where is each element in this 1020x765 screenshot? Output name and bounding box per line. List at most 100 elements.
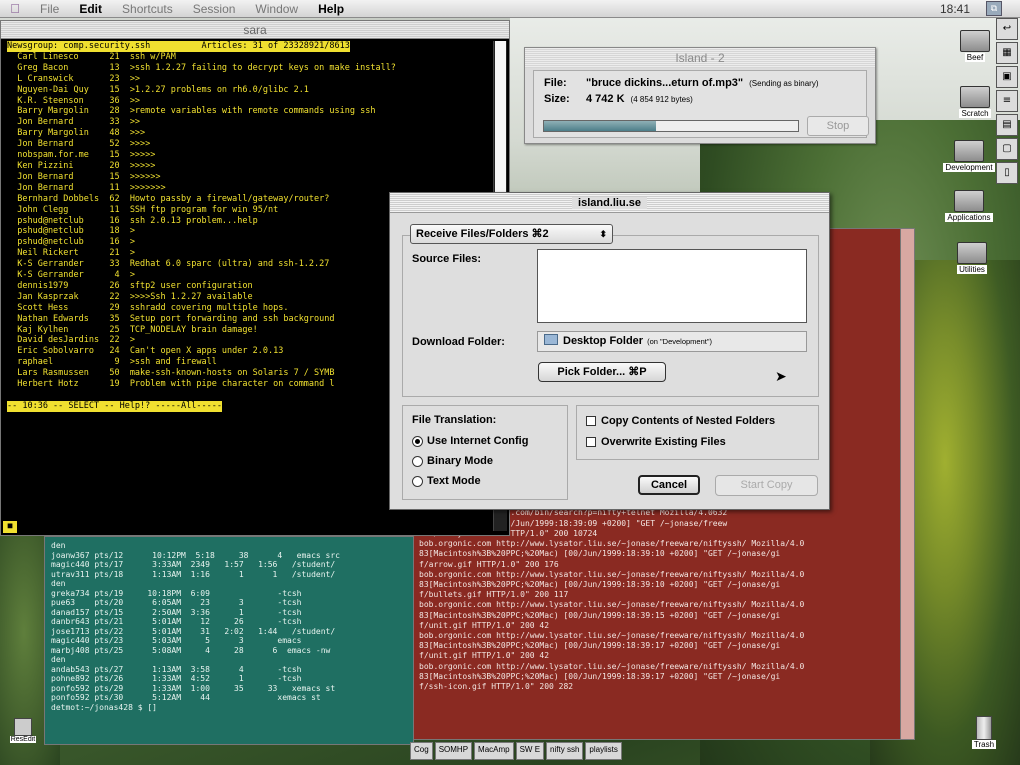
access-log-scrollbar[interactable] xyxy=(900,229,914,739)
strip-page-icon[interactable]: ▯ xyxy=(996,162,1018,184)
who-line: joanw367 pts/12 10:12PM 5:18 38 4 emacs … xyxy=(51,550,340,560)
desktop-icon-development[interactable]: Development xyxy=(940,140,998,172)
window-tab[interactable]: SW E xyxy=(515,742,545,760)
strip-window-icon[interactable]: ▣ xyxy=(996,66,1018,88)
desktop-icon-label: Scratch xyxy=(959,109,991,118)
menu-shortcuts[interactable]: Shortcuts xyxy=(112,2,183,16)
menu-help[interactable]: Help xyxy=(308,2,354,16)
log-line: f/ssh-icon.gif HTTP/1.0" 200 282 xyxy=(419,681,574,691)
who-line: greka734 pts/19 10:18PM 6:09 -tcsh xyxy=(51,588,302,598)
radio-text-mode[interactable]: Text Mode xyxy=(412,475,481,487)
window-tab[interactable]: playlists xyxy=(585,742,622,760)
folder-icon xyxy=(957,242,987,264)
log-line: bob.orgonic.com http://www.lysator.liu.s… xyxy=(419,630,805,640)
desktop-icon-resedit[interactable]: ResEdit xyxy=(4,718,42,743)
desktop-icon-utilities[interactable]: Utilities xyxy=(943,242,1001,274)
mode-popup[interactable]: Receive Files/Folders ⌘2 ⬍ xyxy=(410,224,613,244)
lock-icon: ■ xyxy=(3,521,17,533)
menu-bar:  File Edit Shortcuts Session Window Hel… xyxy=(0,0,1020,18)
desktop-icon-label: Utilities xyxy=(957,265,987,274)
log-line: 83[Macintosh%3B%20PPC;%20Mac) [00/Jun/19… xyxy=(419,671,781,681)
radio-icon xyxy=(412,475,423,487)
menu-window[interactable]: Window xyxy=(245,2,308,16)
who-line: pohne892 pts/26 1:33AM 4:52 1 -tcsh xyxy=(51,674,302,683)
radio-internet-config[interactable]: Use Internet Config xyxy=(412,435,528,447)
article-line: Greg Bacon 13 >ssh 1.2.27 failing to dec… xyxy=(17,62,396,73)
dialog-title-bar[interactable]: island.liu.se xyxy=(390,193,829,213)
article-line: K-S Gerrander 33 Redhat 6.0 sparc (ultra… xyxy=(17,259,330,270)
download-folder-note: (on "Development") xyxy=(647,337,713,346)
window-tab[interactable]: MacAmp xyxy=(474,742,514,760)
file-translation-label: File Translation: xyxy=(412,414,497,426)
size-note: (4 854 912 bytes) xyxy=(630,95,693,104)
pick-folder-button[interactable]: Pick Folder... ⌘P xyxy=(538,362,666,382)
transfer-title[interactable]: Island - 2 xyxy=(525,48,875,68)
article-line: Jon Bernard 11 >>>>>>> xyxy=(17,182,166,193)
download-folder-value: Desktop Folder xyxy=(563,335,644,347)
menu-file[interactable]: File xyxy=(30,2,69,16)
article-line: L Cranswick 23 >> xyxy=(17,73,141,84)
window-tab[interactable]: nifty ssh xyxy=(546,742,584,760)
newsreader-status: -- 10:36 -- SELECT -- Help!? -----All---… xyxy=(7,400,222,412)
checkbox-copy-nested[interactable]: Copy Contents of Nested Folders xyxy=(586,415,775,427)
article-line: dennis1979 26 sftp2 user configuration xyxy=(17,280,253,291)
source-files-list[interactable] xyxy=(537,249,807,323)
who-line: danbr643 pts/21 5:01AM 12 26 -tcsh xyxy=(51,617,302,626)
window-tab[interactable]: Cog xyxy=(410,742,433,760)
article-line: Carl Linesco 21 ssh w/PAM xyxy=(17,51,176,62)
article-line: Jan Kasprzak 22 >>>>Ssh 1.2.27 available xyxy=(17,291,253,302)
menu-edit[interactable]: Edit xyxy=(69,2,112,16)
cancel-button[interactable]: Cancel xyxy=(638,475,700,495)
article-line: raphael 9 >ssh and firewall xyxy=(17,357,217,368)
file-name: "bruce dickins...eturn of.mp3" xyxy=(586,77,744,89)
radio-binary-mode[interactable]: Binary Mode xyxy=(412,455,493,467)
strip-arrow-icon[interactable]: ↩ xyxy=(996,18,1018,40)
desktop-icon-label: Development xyxy=(943,163,995,172)
radio-label: Use Internet Config xyxy=(427,435,529,447)
article-list: Carl Linesco 21 ssh w/PAM Greg Bacon 13 … xyxy=(7,52,396,389)
desktop-icon-applications[interactable]: Applications xyxy=(940,190,998,222)
control-strip: ↩ ▦ ▣ ≡ ▤ ▢ ▯ xyxy=(996,18,1018,228)
start-copy-button[interactable]: Start Copy xyxy=(715,475,818,496)
log-line: 83[Macintosh%3B%20PPC;%20Mac) [00/Jun/19… xyxy=(419,549,781,559)
article-line: Jon Bernard 15 >>>>>> xyxy=(17,171,161,182)
newsgroup-header: Newsgroup: comp.security.ssh Articles: 3… xyxy=(7,41,350,52)
newsreader-title[interactable]: sara xyxy=(1,21,509,39)
apple-menu-icon[interactable]:  xyxy=(0,1,30,16)
hard-disk-icon xyxy=(960,86,990,108)
who-line: utrav311 pts/18 1:13AM 1:16 1 1 /student… xyxy=(51,569,336,579)
strip-doc-icon[interactable]: ▤ xyxy=(996,114,1018,136)
article-line: K-S Gerrander 4 > xyxy=(17,270,135,281)
article-line: Jon Bernard 52 >>>> xyxy=(17,139,151,150)
hard-disk-icon xyxy=(960,30,990,52)
log-line: f/arrow.gif HTTP/1.0" 200 176 xyxy=(419,559,559,569)
hard-disk-icon xyxy=(954,140,984,162)
receive-files-dialog: island.liu.se Receive Files/Folders ⌘2 ⬍ … xyxy=(389,192,830,510)
menu-session[interactable]: Session xyxy=(183,2,246,16)
checkbox-overwrite[interactable]: Overwrite Existing Files xyxy=(586,436,726,448)
menu-clock[interactable]: 18:41 xyxy=(940,2,970,16)
strip-grid-icon[interactable]: ▦ xyxy=(996,42,1018,64)
folder-icon xyxy=(544,334,558,345)
download-folder-field[interactable]: Desktop Folder (on "Development") xyxy=(537,331,807,352)
application-menu-icon[interactable]: ⧉ xyxy=(986,1,1002,16)
popup-arrows-icon: ⬍ xyxy=(599,229,607,239)
who-line: den xyxy=(51,541,66,550)
who-line: ponfo592 pts/30 5:12AM 44 xemacs st xyxy=(51,693,321,702)
article-line: Ken Pizzini 20 >>>>> xyxy=(17,160,156,171)
strip-list-icon[interactable]: ≡ xyxy=(996,90,1018,112)
desktop-icon-label: Beef xyxy=(964,53,986,62)
mode-label: Receive Files/Folders ⌘2 xyxy=(416,228,549,240)
radio-label: Text Mode xyxy=(427,475,481,487)
log-line: f/bullets.gif HTTP/1.0" 200 117 xyxy=(419,590,569,600)
who-line: ponfo592 pts/29 1:33AM 1:00 35 33 xemacs… xyxy=(51,683,336,693)
window-tab[interactable]: SOMHP xyxy=(434,742,473,760)
who-line: magic440 pts/17 3:33AM 2349 1:57 1:56 /s… xyxy=(51,560,336,569)
window-tabs: Cog SOMHP MacAmp SW E nifty ssh playlist… xyxy=(410,742,622,760)
article-line: Nathan Edwards 35 Setup port forwarding … xyxy=(17,313,335,324)
stop-button[interactable]: Stop xyxy=(807,116,869,136)
who-terminal[interactable]: den joanw367 pts/12 10:12PM 5:18 38 4 em… xyxy=(44,536,414,745)
trash-icon[interactable]: Trash xyxy=(964,716,1004,749)
strip-frame-icon[interactable]: ▢ xyxy=(996,138,1018,160)
article-line: Jon Bernard 33 >> xyxy=(17,117,141,128)
